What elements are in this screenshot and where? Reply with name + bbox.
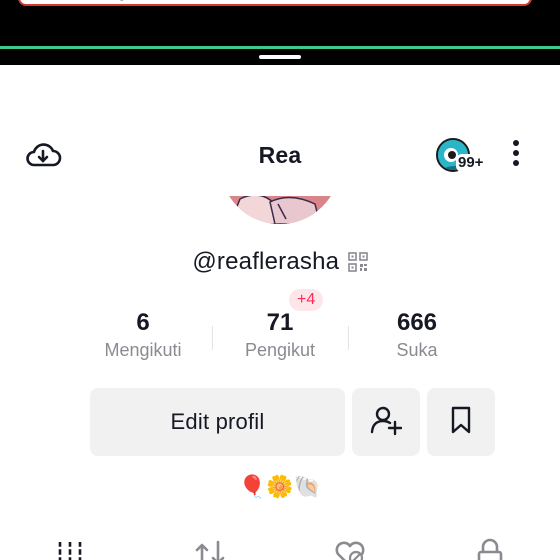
username-row: @reaflerasha bbox=[0, 248, 560, 280]
username: @reaflerasha bbox=[192, 248, 340, 275]
qr-code-icon[interactable] bbox=[347, 252, 368, 272]
following-count: 6 bbox=[136, 309, 150, 336]
repost-icon[interactable] bbox=[192, 536, 228, 560]
stat-followers[interactable]: 71 Pengikut bbox=[210, 308, 350, 361]
profile-tabs bbox=[0, 532, 560, 560]
profile-stats: 6 Mengikuti 71 Pengikut 666 Suka bbox=[0, 308, 560, 368]
notification-count: 99+ bbox=[456, 154, 486, 172]
edit-profile-button[interactable]: Edit profil bbox=[90, 388, 345, 456]
followers-count: 71 bbox=[266, 309, 294, 336]
liked-hidden-icon[interactable] bbox=[332, 536, 368, 560]
favorites-button[interactable] bbox=[427, 388, 495, 456]
notification-button[interactable]: 99+ bbox=[434, 134, 492, 178]
split-screen-top-app bbox=[0, 0, 560, 48]
stat-following[interactable]: 6 Mengikuti bbox=[73, 308, 213, 361]
following-label: Mengikuti bbox=[104, 340, 182, 360]
bookmark-icon bbox=[447, 405, 475, 440]
more-vertical-icon[interactable] bbox=[506, 138, 526, 172]
likes-count: 666 bbox=[396, 309, 438, 336]
stat-likes[interactable]: 666 Suka bbox=[347, 308, 487, 361]
add-friend-button[interactable] bbox=[352, 388, 420, 456]
lock-icon[interactable] bbox=[472, 536, 508, 560]
grid-icon[interactable] bbox=[52, 536, 88, 560]
profile-header: Rea 99+ bbox=[0, 126, 560, 186]
profile-bio: 🎈🌼🐚 bbox=[238, 474, 322, 499]
add-friend-icon bbox=[370, 404, 403, 441]
top-app-sheet bbox=[18, 0, 532, 6]
profile-avatar[interactable] bbox=[220, 196, 340, 224]
likes-label: Suka bbox=[396, 340, 438, 360]
followers-label: Pengikut bbox=[244, 340, 316, 360]
split-screen-drag-handle[interactable] bbox=[259, 55, 301, 59]
